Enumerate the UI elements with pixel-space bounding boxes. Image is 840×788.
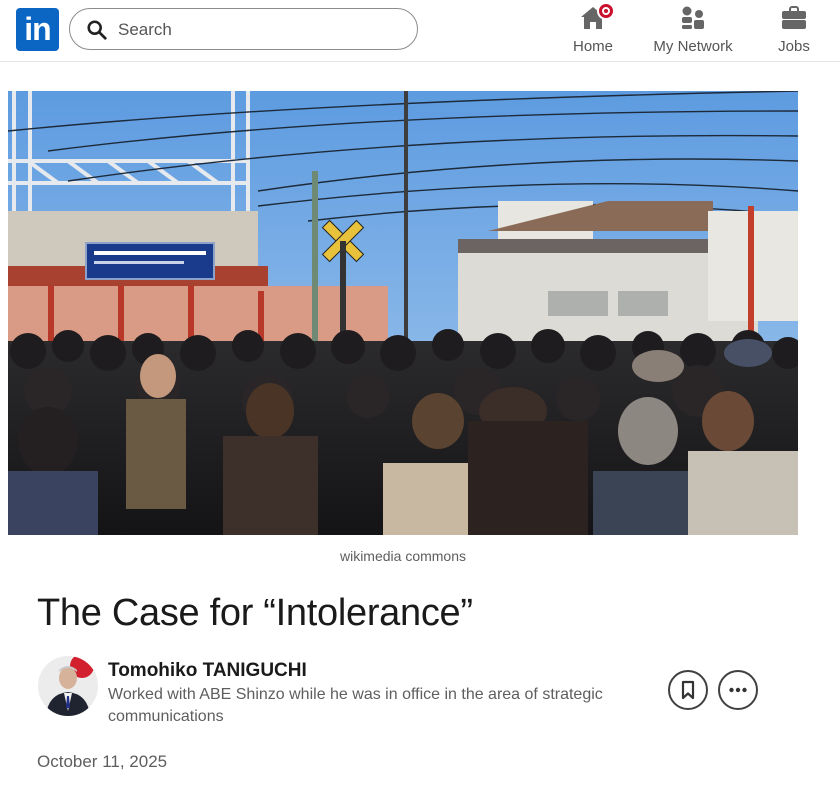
- nav-jobs[interactable]: Jobs: [770, 4, 818, 58]
- people-icon: [682, 6, 704, 29]
- article-cover-image: [8, 91, 798, 535]
- linkedin-logo[interactable]: in: [16, 8, 59, 51]
- author-headline: Worked with ABE Shinzo while he was in o…: [108, 686, 603, 725]
- article-title: The Case for “Intolerance”: [37, 592, 473, 634]
- author-avatar[interactable]: [38, 656, 98, 716]
- notification-badge: [597, 2, 615, 20]
- author-name[interactable]: Tomohiko TANIGUCHI: [108, 660, 307, 682]
- more-options-button[interactable]: [718, 670, 758, 710]
- ellipsis-icon: [729, 687, 747, 693]
- nav-my-network-label: My Network: [653, 38, 733, 55]
- nav-home-label: Home: [572, 38, 613, 55]
- search-input[interactable]: [118, 17, 398, 43]
- nav-home[interactable]: Home: [568, 2, 618, 58]
- publish-date: October 11, 2025: [37, 752, 168, 771]
- bookmark-icon: [681, 680, 695, 700]
- nav-my-network[interactable]: My Network: [648, 4, 738, 58]
- image-caption: wikimedia commons: [339, 548, 467, 564]
- global-nav: in Home My Network Jobs: [0, 0, 840, 62]
- briefcase-icon: [782, 6, 806, 29]
- search-bar[interactable]: [69, 8, 418, 50]
- nav-jobs-label: Jobs: [778, 38, 810, 55]
- save-article-button[interactable]: [668, 670, 708, 710]
- search-icon: [87, 20, 107, 40]
